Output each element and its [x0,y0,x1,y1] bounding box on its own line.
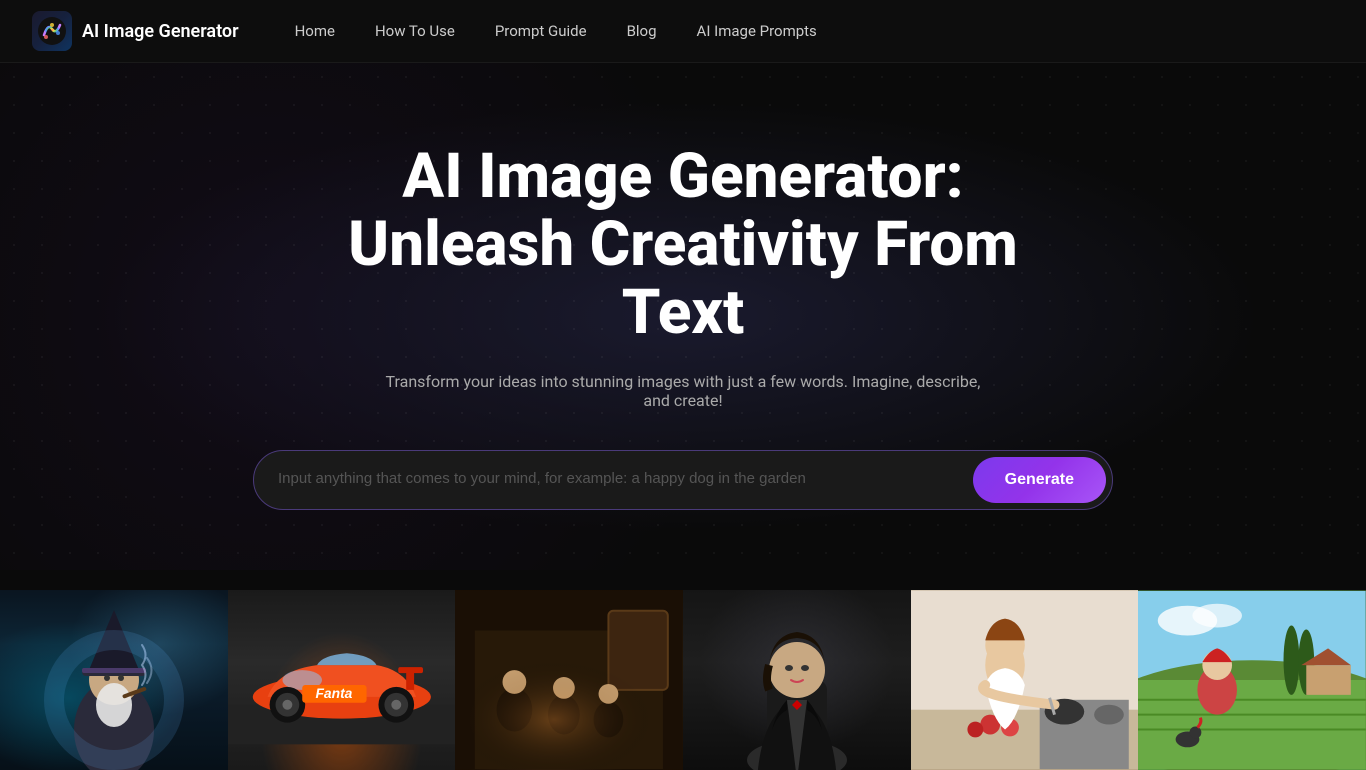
image-gallery: Fanta [0,590,1366,770]
gallery-item-1 [0,590,228,770]
gallery-item-5 [911,590,1139,770]
search-container: Generate [253,450,1113,510]
prompt-input[interactable] [278,468,973,491]
gallery-item-3 [455,590,683,770]
svg-text:Fanta: Fanta [315,684,352,700]
gallery-item-6 [1138,590,1366,770]
brand: AI Image Generator [32,11,239,51]
nav-link-prompt-guide[interactable]: Prompt Guide [479,14,603,48]
nav-link-ai-image-prompts[interactable]: AI Image Prompts [681,14,833,48]
nav-links: Home How To Use Prompt Guide Blog AI Ima… [279,14,833,48]
generate-button[interactable]: Generate [973,457,1106,503]
brand-name: AI Image Generator [82,21,239,42]
hero-subtitle: Transform your ideas into stunning image… [383,372,983,410]
gallery-item-2: Fanta [228,590,456,770]
brand-logo [32,11,72,51]
nav-link-home[interactable]: Home [279,14,351,48]
gallery-item-4 [683,590,911,770]
hero-section: AI Image Generator: Unleash Creativity F… [0,63,1366,570]
nav-link-blog[interactable]: Blog [611,14,673,48]
nav-link-how-to-use[interactable]: How To Use [359,14,471,48]
hero-title: AI Image Generator: Unleash Creativity F… [293,143,1073,348]
navbar: AI Image Generator Home How To Use Promp… [0,0,1366,63]
